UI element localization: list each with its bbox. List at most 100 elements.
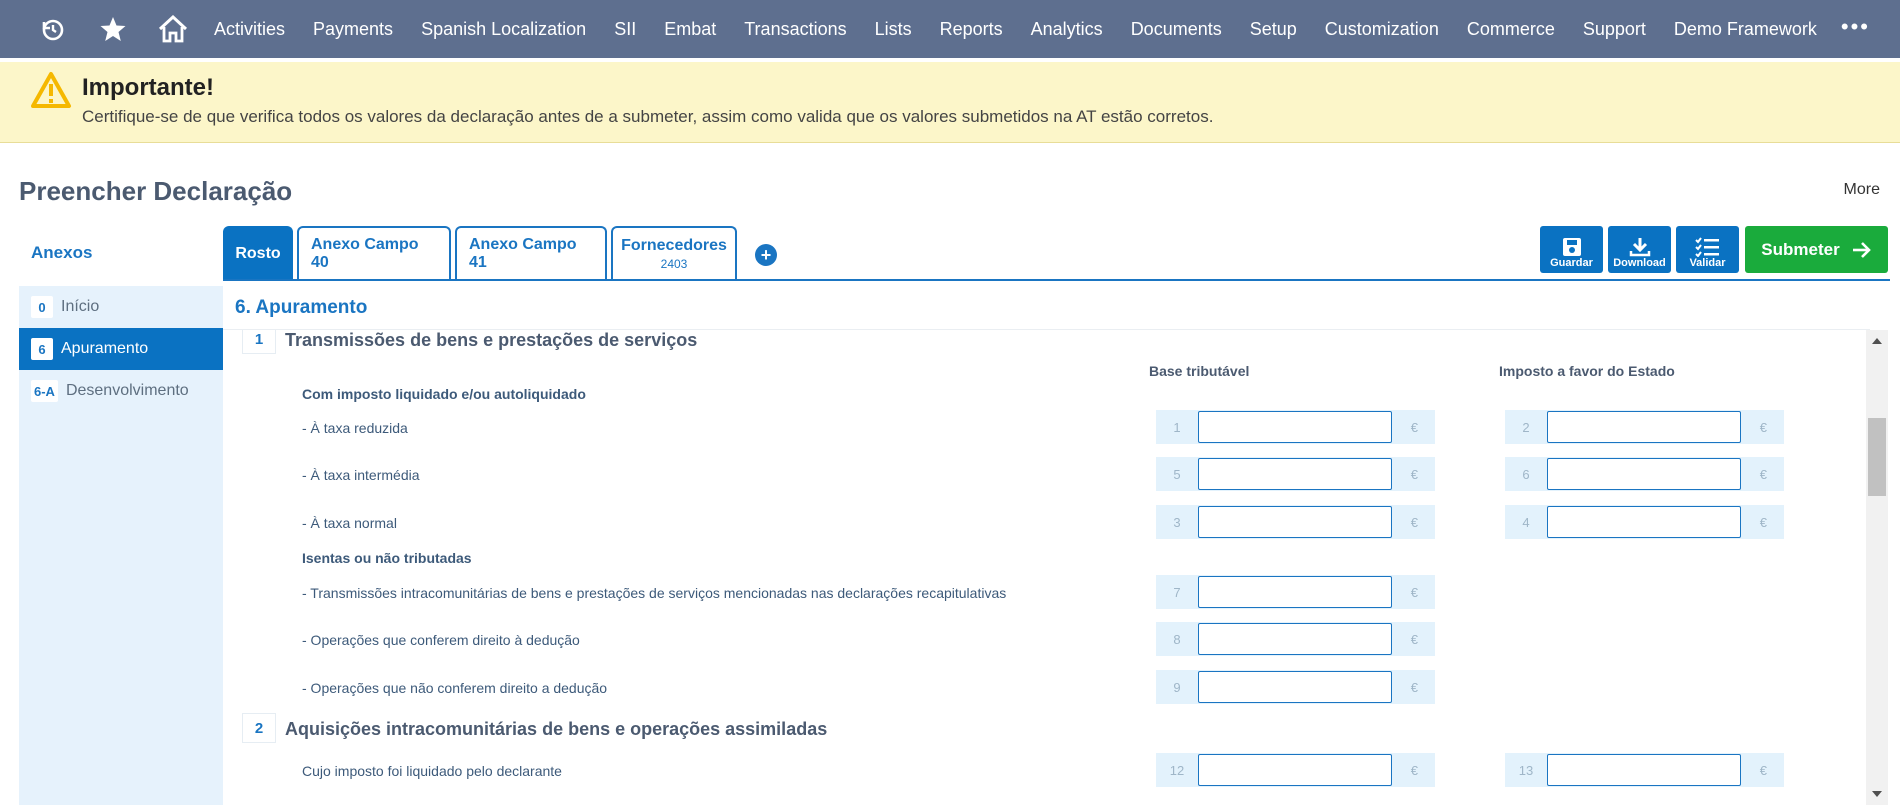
currency-label: €	[1410, 514, 1418, 530]
row-label: - Operações que conferem direito à deduç…	[302, 632, 580, 648]
nav-lists[interactable]: Lists	[875, 19, 912, 40]
sidebar: 0 Início 6 Apuramento 6-A Desenvolviment…	[19, 286, 223, 805]
form-content: 1 Transmissões de bens e prestações de s…	[223, 330, 1870, 805]
tab-rosto[interactable]: Rosto	[223, 226, 293, 280]
field-number: 5	[1173, 466, 1181, 482]
column-header-base: Base tributável	[1149, 363, 1250, 379]
field-3: 3 €	[1156, 505, 1435, 539]
save-label: Guardar	[1550, 257, 1593, 269]
scroll-up-icon[interactable]	[1872, 338, 1882, 344]
nav-support[interactable]: Support	[1583, 19, 1646, 40]
field-number: 3	[1173, 514, 1181, 530]
nav-payments[interactable]: Payments	[313, 19, 393, 40]
base-input-5[interactable]	[1198, 458, 1392, 490]
tab-anexo-campo-41[interactable]: Anexo Campo 41	[455, 226, 607, 280]
alert-title: Importante!	[82, 74, 214, 101]
download-icon	[1629, 238, 1650, 257]
arrow-right-icon	[1852, 241, 1871, 258]
field-1: 1 €	[1156, 410, 1435, 444]
tax-input-4[interactable]	[1547, 506, 1741, 538]
field-4: 4 €	[1505, 505, 1784, 539]
more-menu-icon[interactable]: •••	[1841, 14, 1870, 40]
currency-label: €	[1759, 762, 1767, 778]
question-title: Aquisições intracomunitárias de bens e o…	[285, 719, 828, 739]
tax-input-6[interactable]	[1547, 458, 1741, 490]
sidebar-item-label: Desenvolvimento	[65, 382, 189, 399]
row-label: - À taxa intermédia	[302, 467, 420, 483]
field-number: 7	[1173, 584, 1181, 600]
row-label: - Operações que não conferem direito a d…	[302, 680, 608, 696]
base-input-7[interactable]	[1198, 576, 1392, 608]
nav-documents[interactable]: Documents	[1131, 19, 1222, 40]
nav-analytics[interactable]: Analytics	[1031, 19, 1103, 40]
tab-underline	[223, 279, 1890, 281]
validate-button[interactable]: Validar	[1676, 226, 1739, 273]
sidebar-item-inicio[interactable]: 0 Início	[19, 286, 223, 328]
scroll-thumb[interactable]	[1868, 418, 1886, 496]
tax-input-13[interactable]	[1547, 754, 1741, 786]
currency-label: €	[1410, 631, 1418, 647]
tab-label: Rosto	[235, 245, 281, 262]
scroll-down-icon[interactable]	[1872, 791, 1882, 797]
currency-label: €	[1759, 419, 1767, 435]
field-number: 12	[1169, 762, 1185, 778]
tab-label: Anexo Campo 40	[311, 236, 419, 271]
nav-demo-framework[interactable]: Demo Framework	[1674, 19, 1817, 40]
nav-setup[interactable]: Setup	[1250, 19, 1297, 40]
base-input-1[interactable]	[1198, 411, 1392, 443]
add-tab-icon[interactable]: +	[755, 244, 777, 266]
download-button[interactable]: Download	[1608, 226, 1671, 273]
currency-label: €	[1410, 679, 1418, 695]
top-navigation: Activities Payments Spanish Localization…	[0, 0, 1900, 58]
history-icon[interactable]	[34, 14, 72, 44]
field-number: 1	[1173, 419, 1181, 435]
nav-customization[interactable]: Customization	[1325, 19, 1439, 40]
submit-button[interactable]: Submeter	[1745, 226, 1888, 273]
home-icon[interactable]	[154, 14, 192, 44]
nav-activities[interactable]: Activities	[214, 19, 285, 40]
tax-input-2[interactable]	[1547, 411, 1741, 443]
field-number: 2	[1522, 419, 1530, 435]
star-icon[interactable]	[94, 14, 132, 44]
base-input-9[interactable]	[1198, 671, 1392, 703]
sidebar-item-label: Início	[61, 298, 100, 315]
sidebar-item-number: 6	[31, 338, 53, 360]
field-9: 9 €	[1156, 670, 1435, 704]
base-input-3[interactable]	[1198, 506, 1392, 538]
currency-label: €	[1410, 762, 1418, 778]
sidebar-item-apuramento[interactable]: 6 Apuramento	[19, 328, 223, 370]
field-8: 8 €	[1156, 622, 1435, 656]
nav-spanish-localization[interactable]: Spanish Localization	[421, 19, 586, 40]
base-input-12[interactable]	[1198, 754, 1392, 786]
subsection-heading: Com imposto liquidado e/ou autoliquidado	[302, 386, 586, 402]
nav-transactions[interactable]: Transactions	[744, 19, 846, 40]
nav-commerce[interactable]: Commerce	[1467, 19, 1555, 40]
question-number: 1	[242, 330, 276, 354]
submit-label: Submeter	[1761, 239, 1840, 259]
tab-anexo-campo-40[interactable]: Anexo Campo 40	[297, 226, 451, 280]
row-label: - Transmissões intracomunitárias de bens…	[302, 585, 1007, 601]
field-7: 7 €	[1156, 575, 1435, 609]
more-button[interactable]: More	[1844, 181, 1880, 199]
field-13: 13 €	[1505, 753, 1784, 787]
row-label: - À taxa reduzida	[302, 420, 408, 436]
save-button[interactable]: Guardar	[1540, 226, 1603, 273]
question-title: Transmissões de bens e prestações de ser…	[285, 330, 698, 350]
currency-label: €	[1759, 466, 1767, 482]
currency-label: €	[1759, 514, 1767, 530]
nav-sii[interactable]: SII	[614, 19, 636, 40]
field-6: 6 €	[1505, 457, 1784, 491]
sidebar-heading: Anexos	[31, 243, 93, 262]
sidebar-item-desenvolvimento[interactable]: 6-A Desenvolvimento	[19, 370, 223, 412]
download-label: Download	[1613, 257, 1666, 269]
field-number: 4	[1522, 514, 1530, 530]
sidebar-item-number: 0	[31, 296, 53, 318]
nav-reports[interactable]: Reports	[940, 19, 1003, 40]
vertical-scrollbar[interactable]	[1866, 330, 1888, 805]
base-input-8[interactable]	[1198, 623, 1392, 655]
tab-label: Fornecedores	[621, 237, 727, 254]
nav-embat[interactable]: Embat	[664, 19, 716, 40]
field-number: 9	[1173, 679, 1181, 695]
tab-fornecedores[interactable]: Fornecedores 2403	[611, 226, 737, 280]
save-icon	[1562, 238, 1581, 256]
